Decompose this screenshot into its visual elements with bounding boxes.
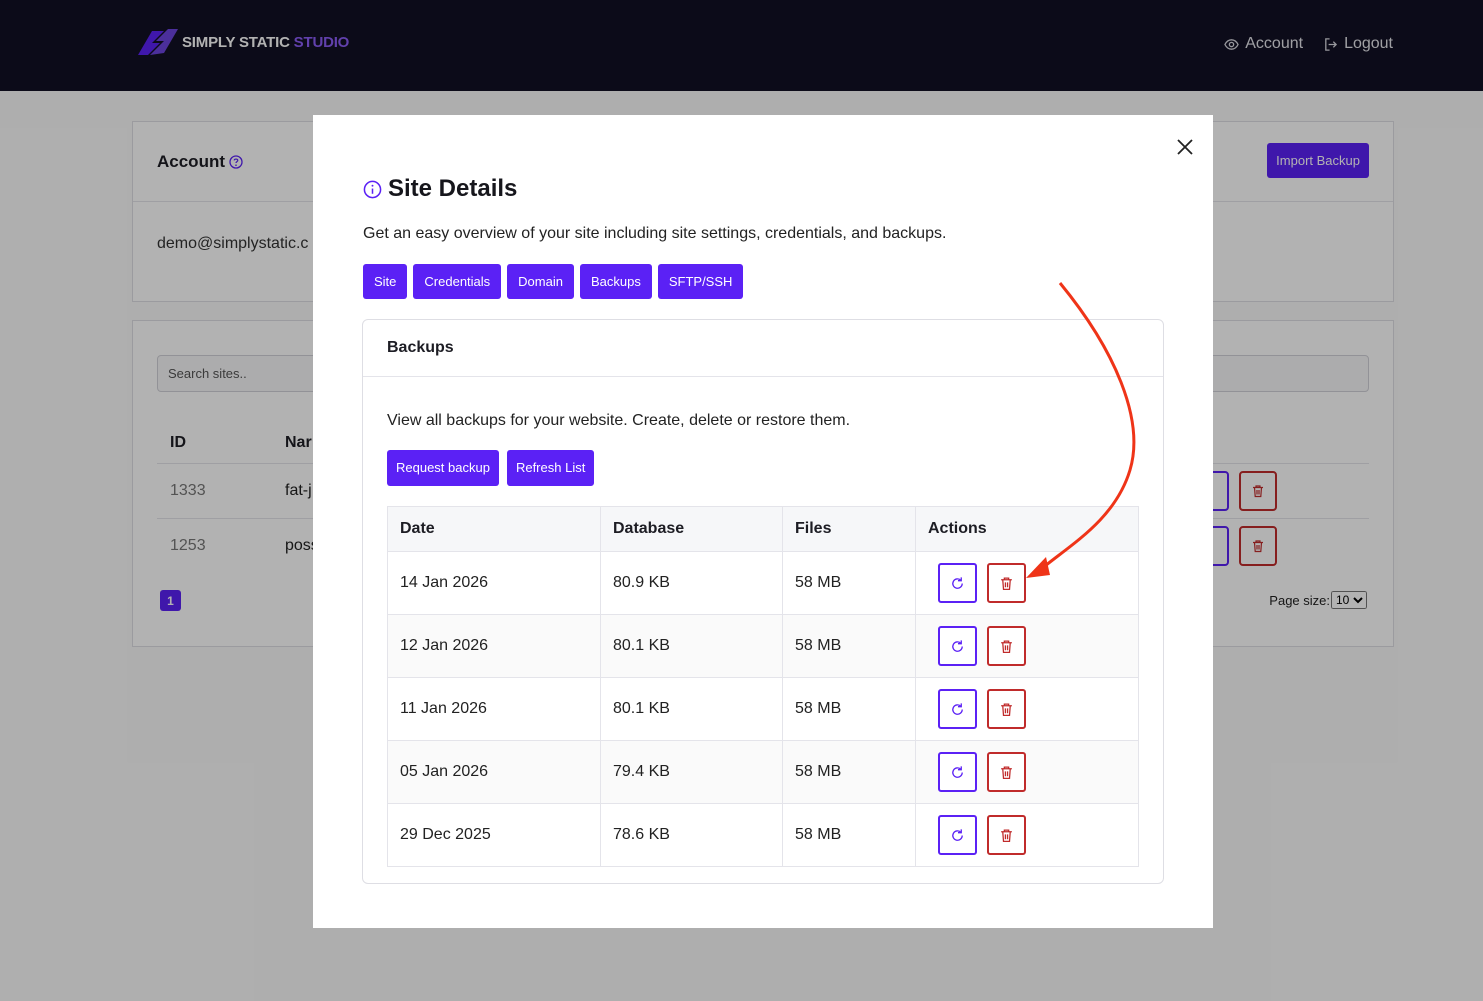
backup-database-size: 79.4 KB — [600, 740, 783, 804]
restore-backup-button[interactable] — [938, 689, 977, 729]
backup-date: 05 Jan 2026 — [387, 740, 601, 804]
backup-database-size: 78.6 KB — [600, 803, 783, 867]
backup-date: 12 Jan 2026 — [387, 614, 601, 678]
tab-credentials[interactable]: Credentials — [413, 264, 502, 299]
tab-backups[interactable]: Backups — [579, 264, 652, 299]
delete-backup-button[interactable] — [987, 752, 1026, 792]
restore-backup-button[interactable] — [938, 752, 977, 792]
delete-backup-button[interactable] — [987, 626, 1026, 666]
refresh-icon — [952, 639, 963, 652]
tab-sftp-ssh[interactable]: SFTP/SSH — [657, 264, 744, 299]
trash-icon — [1001, 703, 1012, 716]
backup-files-size: 58 MB — [782, 677, 916, 741]
restore-backup-button[interactable] — [938, 815, 977, 855]
site-details-modal: Site Details Get an easy overview of you… — [313, 115, 1213, 928]
backups-table: Date Database Files Actions 14 Jan 2026 … — [387, 506, 1139, 867]
trash-icon — [1001, 577, 1012, 590]
backup-database-size: 80.1 KB — [600, 614, 783, 678]
trash-icon — [1001, 640, 1012, 653]
backup-date: 14 Jan 2026 — [387, 551, 601, 615]
table-row: 11 Jan 2026 80.1 KB 58 MB — [387, 677, 1139, 741]
backup-actions — [915, 677, 1139, 741]
restore-backup-button[interactable] — [938, 626, 977, 666]
tab-site[interactable]: Site — [363, 264, 408, 299]
modal-subtitle: Get an easy overview of your site includ… — [363, 225, 947, 242]
close-icon[interactable] — [1175, 137, 1195, 157]
info-icon — [363, 180, 382, 198]
backups-toolbar: Request backup Refresh List — [387, 450, 595, 486]
tab-domain[interactable]: Domain — [507, 264, 574, 299]
backups-description: View all backups for your website. Creat… — [387, 412, 851, 429]
column-header-files: Files — [782, 506, 916, 552]
column-header-actions: Actions — [915, 506, 1139, 552]
backup-actions — [915, 551, 1139, 615]
table-row: 14 Jan 2026 80.9 KB 58 MB — [387, 551, 1139, 615]
backup-database-size: 80.9 KB — [600, 551, 783, 615]
backup-actions — [915, 614, 1139, 678]
backup-database-size: 80.1 KB — [600, 677, 783, 741]
refresh-icon — [952, 702, 963, 715]
modal-title: Site Details — [363, 175, 517, 203]
refresh-icon — [952, 765, 963, 778]
refresh-icon — [952, 828, 963, 841]
backup-files-size: 58 MB — [782, 803, 916, 867]
delete-backup-button[interactable] — [987, 689, 1026, 729]
backups-panel: Backups View all backups for your websit… — [362, 319, 1164, 884]
backup-actions — [915, 740, 1139, 804]
table-row: 12 Jan 2026 80.1 KB 58 MB — [387, 614, 1139, 678]
column-header-database: Database — [600, 506, 783, 552]
refresh-list-button[interactable]: Refresh List — [506, 450, 595, 486]
modal-tabs: Site Credentials Domain Backups SFTP/SSH — [363, 264, 744, 299]
column-header-date: Date — [387, 506, 601, 552]
backup-files-size: 58 MB — [782, 551, 916, 615]
backup-actions — [915, 803, 1139, 867]
modal-title-text: Site Details — [388, 175, 518, 202]
trash-icon — [1001, 829, 1012, 842]
request-backup-button[interactable]: Request backup — [387, 450, 499, 486]
delete-backup-button[interactable] — [987, 815, 1026, 855]
backup-date: 11 Jan 2026 — [387, 677, 601, 741]
backups-panel-title: Backups — [363, 320, 1163, 377]
delete-backup-button[interactable] — [987, 563, 1026, 603]
table-row: 05 Jan 2026 79.4 KB 58 MB — [387, 740, 1139, 804]
backup-files-size: 58 MB — [782, 614, 916, 678]
backup-files-size: 58 MB — [782, 740, 916, 804]
table-row: 29 Dec 2025 78.6 KB 58 MB — [387, 803, 1139, 867]
trash-icon — [1001, 766, 1012, 779]
restore-backup-button[interactable] — [938, 563, 977, 603]
backup-date: 29 Dec 2025 — [387, 803, 601, 867]
refresh-icon — [952, 576, 963, 589]
